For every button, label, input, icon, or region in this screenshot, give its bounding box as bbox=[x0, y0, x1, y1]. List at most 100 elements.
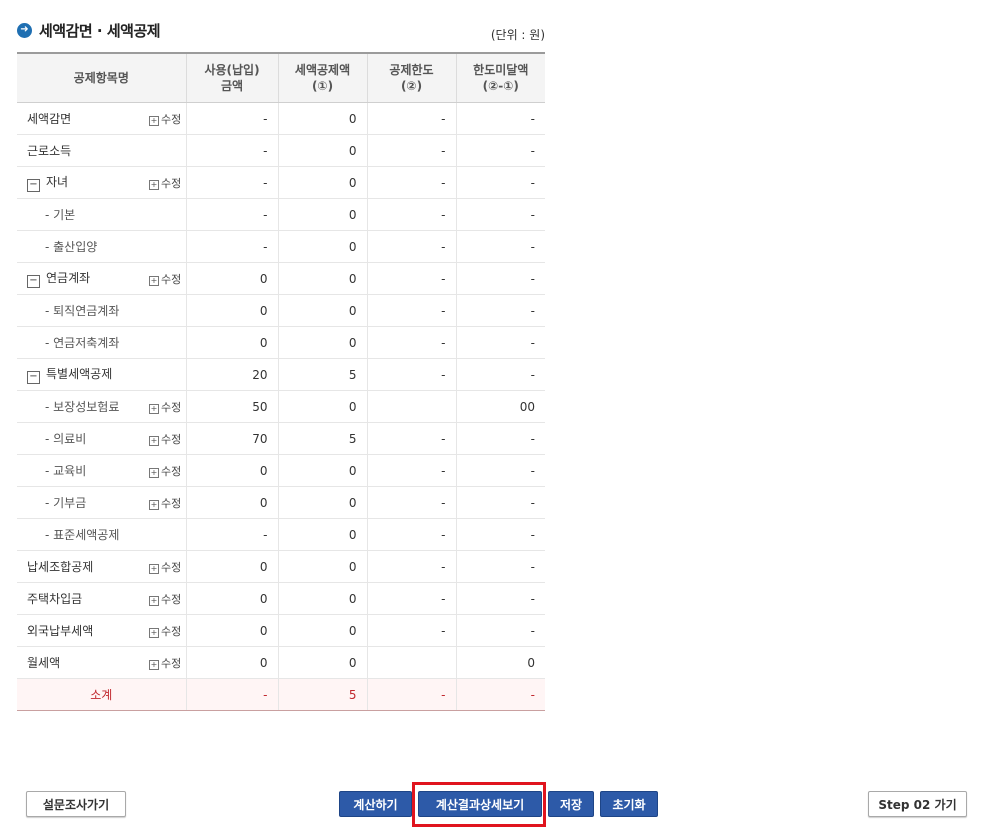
row-edit-cell: + 수정 bbox=[147, 102, 187, 135]
edit-link[interactable]: + 수정 bbox=[149, 625, 181, 638]
cell-credit: 0 bbox=[277, 230, 368, 263]
row-edit-cell: + 수정 bbox=[147, 550, 187, 583]
cell-amount: 0 bbox=[185, 614, 279, 647]
cell-credit: 5 bbox=[277, 422, 368, 455]
edit-label: 수정 bbox=[161, 176, 182, 190]
row-name-cell: − 연금계좌 bbox=[17, 262, 147, 295]
row-edit-cell: + 수정 bbox=[147, 262, 187, 295]
row-name-cell: - 기본 bbox=[17, 198, 147, 231]
row-edit-cell: + 수정 bbox=[147, 422, 187, 455]
cell-amount: 70 bbox=[185, 422, 279, 455]
unit-label: (단위 : 원) bbox=[490, 28, 545, 42]
cell-under: - bbox=[455, 294, 546, 327]
cell-limit: - bbox=[366, 358, 457, 391]
subtotal-credit: 5 bbox=[277, 678, 368, 711]
table-row: 외국납부세액 + 수정 0 0- - bbox=[17, 614, 546, 647]
edit-label: 수정 bbox=[161, 656, 182, 670]
row-label: - 연금저축계좌 bbox=[45, 336, 120, 350]
collapse-icon[interactable]: − bbox=[27, 179, 40, 192]
row-label: - 보장성보험료 bbox=[45, 400, 120, 414]
row-edit-cell bbox=[147, 198, 187, 231]
table-row: − 특별세액공제 20 5- - bbox=[17, 358, 546, 391]
cell-credit: 5 bbox=[277, 358, 368, 391]
cell-under: - bbox=[455, 166, 546, 199]
plus-box-icon: + bbox=[149, 499, 159, 510]
row-label: 자녀 bbox=[46, 175, 69, 189]
reset-button[interactable]: 초기화 bbox=[600, 791, 658, 817]
cell-credit: 0 bbox=[277, 134, 368, 167]
cell-credit: 0 bbox=[277, 582, 368, 615]
step2-button[interactable]: Step 02 가기 bbox=[868, 791, 967, 817]
edit-link[interactable]: + 수정 bbox=[149, 465, 181, 478]
row-edit-cell bbox=[147, 326, 187, 359]
edit-link[interactable]: + 수정 bbox=[149, 593, 181, 606]
row-name-cell: 월세액 bbox=[17, 646, 147, 679]
header-item: 공제항목명 bbox=[17, 52, 187, 103]
cell-credit: 0 bbox=[277, 646, 368, 679]
edit-link[interactable]: + 수정 bbox=[149, 273, 181, 286]
cell-under: - bbox=[455, 550, 546, 583]
row-edit-cell bbox=[147, 518, 187, 551]
cell-amount: 0 bbox=[185, 582, 279, 615]
subtotal-under: - bbox=[455, 678, 546, 711]
cell-under: 00 bbox=[455, 390, 546, 423]
cell-amount: - bbox=[185, 134, 279, 167]
row-edit-cell: + 수정 bbox=[147, 486, 187, 519]
subtotal-row: 소계 -5- - bbox=[17, 678, 546, 711]
cell-limit: - bbox=[366, 294, 457, 327]
cell-credit: 0 bbox=[277, 486, 368, 519]
collapse-icon[interactable]: − bbox=[27, 275, 40, 288]
row-name-cell: 주택차입금 bbox=[17, 582, 147, 615]
cell-under: - bbox=[455, 454, 546, 487]
edit-link[interactable]: + 수정 bbox=[149, 113, 181, 126]
cell-limit bbox=[366, 390, 457, 423]
edit-label: 수정 bbox=[161, 560, 182, 574]
cell-limit: - bbox=[366, 198, 457, 231]
edit-link[interactable]: + 수정 bbox=[149, 497, 181, 510]
cell-amount: - bbox=[185, 102, 279, 135]
cell-credit: 0 bbox=[277, 614, 368, 647]
plus-box-icon: + bbox=[149, 467, 159, 478]
edit-label: 수정 bbox=[161, 592, 182, 606]
row-label: - 교육비 bbox=[45, 464, 87, 478]
calculate-button[interactable]: 계산하기 bbox=[339, 791, 412, 817]
edit-link[interactable]: + 수정 bbox=[149, 401, 181, 414]
table-row: 근로소득 -0- - bbox=[17, 134, 546, 167]
cell-credit: 0 bbox=[277, 294, 368, 327]
plus-box-icon: + bbox=[149, 627, 159, 638]
table-row: 세액감면 + 수정 -0- - bbox=[17, 102, 546, 135]
edit-link[interactable]: + 수정 bbox=[149, 433, 181, 446]
cell-credit: 0 bbox=[277, 326, 368, 359]
edit-label: 수정 bbox=[161, 112, 182, 126]
cell-amount: - bbox=[185, 198, 279, 231]
row-label: 세액감면 bbox=[27, 112, 72, 126]
plus-box-icon: + bbox=[149, 435, 159, 446]
section-title: 세액감면 · 세액공제 bbox=[39, 21, 161, 40]
edit-label: 수정 bbox=[161, 432, 182, 446]
edit-link[interactable]: + 수정 bbox=[149, 561, 181, 574]
edit-link[interactable]: + 수정 bbox=[149, 177, 181, 190]
table-row: - 표준세액공제 -0- - bbox=[17, 518, 546, 551]
cell-amount: 0 bbox=[185, 454, 279, 487]
header-credit: 세액공제액 (①) bbox=[277, 52, 368, 103]
table-row: - 기본 -0- - bbox=[17, 198, 546, 231]
cell-under: - bbox=[455, 230, 546, 263]
cell-credit: 0 bbox=[277, 166, 368, 199]
cell-limit: - bbox=[366, 262, 457, 295]
collapse-icon[interactable]: − bbox=[27, 371, 40, 384]
cell-limit: - bbox=[366, 582, 457, 615]
edit-link[interactable]: + 수정 bbox=[149, 657, 181, 670]
cell-under: - bbox=[455, 326, 546, 359]
cell-amount: 0 bbox=[185, 326, 279, 359]
cell-limit: - bbox=[366, 102, 457, 135]
plus-box-icon: + bbox=[149, 659, 159, 670]
row-edit-cell bbox=[147, 134, 187, 167]
table-row: 납세조합공제 + 수정 0 0- - bbox=[17, 550, 546, 583]
row-label: - 퇴직연금계좌 bbox=[45, 304, 120, 318]
cell-credit: 0 bbox=[277, 454, 368, 487]
cell-credit: 0 bbox=[277, 518, 368, 551]
row-name-cell: - 기부금 bbox=[17, 486, 147, 519]
save-button[interactable]: 저장 bbox=[548, 791, 594, 817]
survey-button[interactable]: 설문조사가기 bbox=[26, 791, 126, 817]
cell-under: - bbox=[455, 518, 546, 551]
